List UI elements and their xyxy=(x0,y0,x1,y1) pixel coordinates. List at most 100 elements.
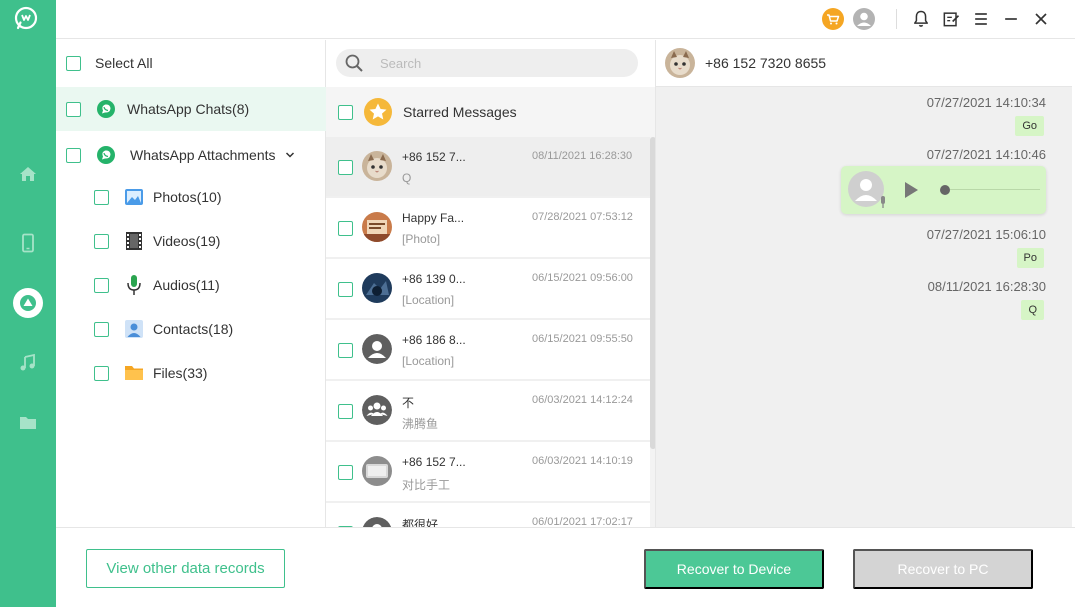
whatsapp-recovery-icon[interactable] xyxy=(0,285,56,321)
files-icon xyxy=(123,362,145,384)
message-time: 07/27/2021 15:06:10 xyxy=(926,227,1046,242)
audios-checkbox[interactable] xyxy=(94,277,109,293)
chat-checkbox[interactable] xyxy=(338,221,353,236)
search-input[interactable] xyxy=(380,49,620,77)
select-all-checkbox[interactable] xyxy=(66,55,81,71)
action-bar: View other data records Recover to Devic… xyxy=(56,527,1075,607)
whatsapp-attachments-item[interactable]: WhatsApp Attachments xyxy=(66,145,295,165)
search-icon[interactable] xyxy=(344,53,364,73)
whatsapp-attachments-checkbox[interactable] xyxy=(66,147,81,163)
search-box[interactable] xyxy=(336,49,638,77)
whatsapp-icon xyxy=(96,99,116,119)
whatsapp-icon xyxy=(96,145,116,165)
chat-preview: [Location] xyxy=(402,293,455,307)
chat-checkbox[interactable] xyxy=(338,160,353,175)
recover-to-pc-button[interactable]: Recover to PC xyxy=(853,549,1033,589)
starred-checkbox[interactable] xyxy=(338,104,353,120)
chat-name: +86 152 7... xyxy=(402,455,466,469)
home-icon[interactable] xyxy=(0,156,56,192)
chat-time: 07/28/2021 07:53:12 xyxy=(532,211,633,223)
chat-name: +86 152 7... xyxy=(402,150,466,164)
sub-item-videos[interactable]: Videos(19) xyxy=(94,230,220,252)
group-photo-avatar xyxy=(362,212,392,242)
chat-item[interactable]: 都很好 06/01/2021 17:02:17 xyxy=(326,503,650,527)
menu-icon[interactable] xyxy=(969,7,993,31)
videos-checkbox[interactable] xyxy=(94,233,109,249)
chat-list: +86 152 7... Q 08/11/2021 16:28:30 Happy… xyxy=(326,137,650,527)
sub-item-photos[interactable]: Photos(10) xyxy=(94,186,221,208)
chat-checkbox[interactable] xyxy=(338,465,353,480)
group-avatar-icon xyxy=(362,395,392,425)
chat-preview: [Location] xyxy=(402,354,455,368)
starred-messages-row[interactable]: Starred Messages xyxy=(326,87,655,137)
chat-checkbox[interactable] xyxy=(338,404,353,419)
photos-icon xyxy=(123,186,145,208)
chat-item[interactable]: +86 152 7... 对比手工 06/03/2021 14:10:19 xyxy=(326,442,650,503)
whatsapp-chats-label: WhatsApp Chats(8) xyxy=(127,101,250,117)
app-logo xyxy=(13,5,39,31)
audios-label: Audios(11) xyxy=(153,277,220,293)
left-rail xyxy=(0,0,56,607)
chat-item[interactable]: +86 186 8... [Location] 06/15/2021 09:55… xyxy=(326,320,650,381)
message-bubble: Go xyxy=(1015,116,1044,136)
phone-icon[interactable] xyxy=(0,225,56,261)
chat-item[interactable]: 不 沸腾鱼 06/03/2021 14:12:24 xyxy=(326,381,650,442)
sub-item-audios[interactable]: Audios(11) xyxy=(94,274,220,296)
contact-avatar xyxy=(362,151,392,181)
whatsapp-chats-item[interactable]: WhatsApp Chats(8) xyxy=(66,99,249,119)
whatsapp-chats-checkbox[interactable] xyxy=(66,101,81,117)
conversation-header: +86 152 7320 8655 xyxy=(656,40,1072,87)
chat-preview: [Photo] xyxy=(402,232,441,246)
chat-item[interactable]: +86 139 0... [Location] 06/15/2021 09:56… xyxy=(326,259,650,320)
contact-avatar xyxy=(665,48,695,78)
minimize-icon[interactable] xyxy=(999,7,1023,31)
category-panel: Select All WhatsApp Chats(8) WhatsApp At… xyxy=(56,40,326,527)
chat-checkbox[interactable] xyxy=(338,343,353,358)
files-checkbox[interactable] xyxy=(94,365,109,381)
chat-name: +86 186 8... xyxy=(402,333,466,347)
music-icon[interactable] xyxy=(0,345,56,381)
starred-label: Starred Messages xyxy=(403,104,517,120)
chat-item[interactable]: Happy Fa... [Photo] 07/28/2021 07:53:12 xyxy=(326,198,650,259)
title-bar xyxy=(56,0,1075,39)
audio-progress-track[interactable] xyxy=(950,189,1040,190)
contacts-checkbox[interactable] xyxy=(94,321,109,337)
chat-preview: 对比手工 xyxy=(402,478,451,492)
message-bubble: Po xyxy=(1016,248,1044,268)
chevron-down-icon[interactable] xyxy=(285,150,295,160)
photos-checkbox[interactable] xyxy=(94,189,109,205)
bell-icon[interactable] xyxy=(909,7,933,31)
default-avatar-icon xyxy=(362,517,392,527)
recover-to-device-button[interactable]: Recover to Device xyxy=(644,549,824,589)
chat-name: +86 139 0... xyxy=(402,272,466,286)
select-all-row[interactable]: Select All xyxy=(66,55,153,71)
user-icon[interactable] xyxy=(852,7,876,31)
chat-time: 06/15/2021 09:56:00 xyxy=(532,272,633,284)
close-icon[interactable] xyxy=(1029,7,1053,31)
chat-time: 06/03/2021 14:10:19 xyxy=(532,455,633,467)
voice-sender-avatar xyxy=(847,170,887,210)
sub-item-contacts[interactable]: Contacts(18) xyxy=(94,318,233,340)
chat-item[interactable]: +86 152 7... Q 08/11/2021 16:28:30 xyxy=(326,137,650,198)
folder-icon[interactable] xyxy=(0,405,56,441)
chat-checkbox[interactable] xyxy=(338,282,353,297)
chat-time: 06/01/2021 17:02:17 xyxy=(532,516,633,527)
feedback-icon[interactable] xyxy=(939,7,963,31)
titlebar-divider xyxy=(896,9,897,29)
play-icon[interactable] xyxy=(903,181,919,199)
select-all-label: Select All xyxy=(95,55,153,71)
contact-avatar xyxy=(362,456,392,486)
chat-name: 不 xyxy=(402,396,415,410)
chat-time: 06/15/2021 09:55:50 xyxy=(532,333,633,345)
contact-avatar xyxy=(362,273,392,303)
chat-name: Happy Fa... xyxy=(402,211,465,225)
chat-time: 06/03/2021 14:12:24 xyxy=(532,394,633,406)
cart-icon[interactable] xyxy=(821,7,845,31)
view-other-records-button[interactable]: View other data records xyxy=(86,549,285,588)
message-time: 08/11/2021 16:28:30 xyxy=(927,279,1046,294)
message-bubble: Q xyxy=(1021,300,1044,320)
contacts-icon xyxy=(123,318,145,340)
chat-list-panel: Starred Messages +86 152 7... Q 08/11/20… xyxy=(326,40,656,527)
sub-item-files[interactable]: Files(33) xyxy=(94,362,207,384)
audio-slider-handle[interactable] xyxy=(940,185,950,195)
